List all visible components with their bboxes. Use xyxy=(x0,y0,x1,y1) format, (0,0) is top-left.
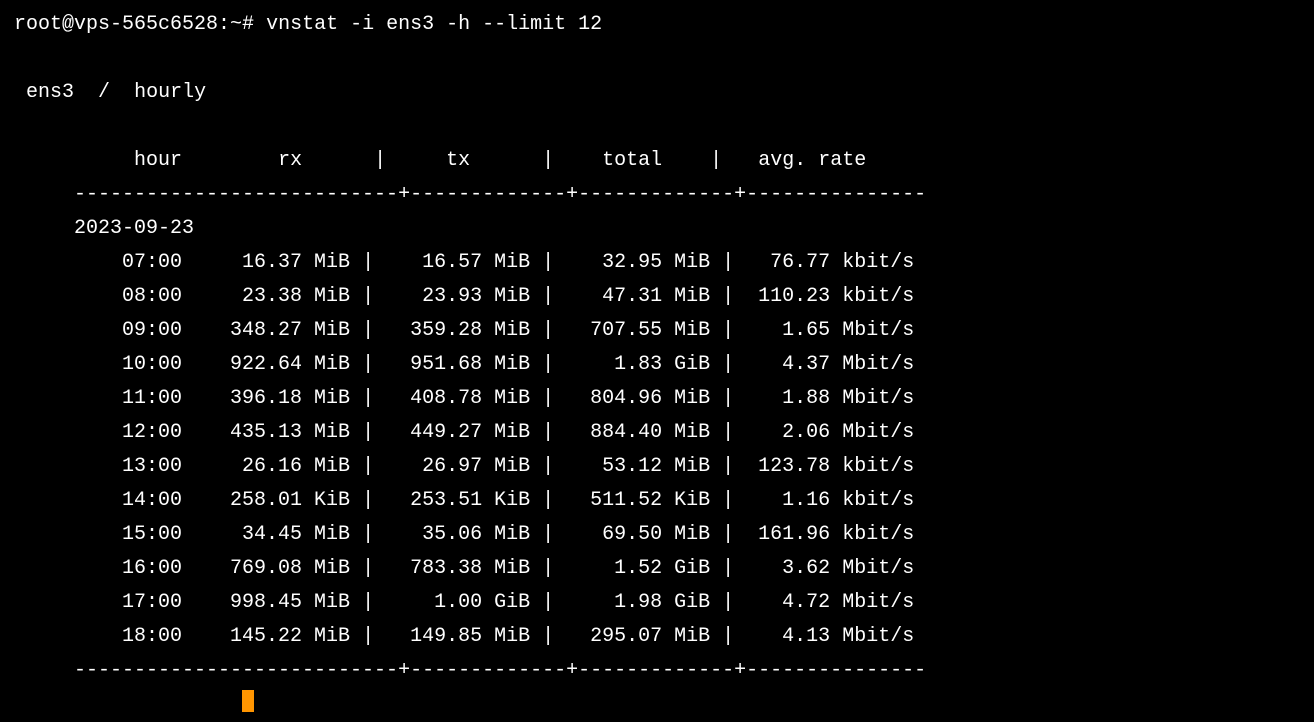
col-tx: tx xyxy=(446,149,470,172)
header-sep: / xyxy=(98,81,110,104)
cell-rate: 1.65 Mbit/s xyxy=(734,319,914,342)
table-row: 11:00 396.18 MiB | 408.78 MiB | 804.96 M… xyxy=(14,387,914,410)
cell-rx: 396.18 MiB xyxy=(182,387,350,410)
cell-hour: 12:00 xyxy=(14,421,182,444)
cell-tx: 149.85 MiB xyxy=(374,625,530,648)
cursor xyxy=(242,690,254,712)
cell-hour: 18:00 xyxy=(14,625,182,648)
cell-rx: 348.27 MiB xyxy=(182,319,350,342)
cell-rx: 922.64 MiB xyxy=(182,353,350,376)
table-row: 07:00 16.37 MiB | 16.57 MiB | 32.95 MiB … xyxy=(14,251,914,274)
cell-rx: 769.08 MiB xyxy=(182,557,350,580)
cell-tx: 449.27 MiB xyxy=(374,421,530,444)
cell-hour: 07:00 xyxy=(14,251,182,274)
cell-hour: 14:00 xyxy=(14,489,182,512)
cell-tx: 253.51 KiB xyxy=(374,489,530,512)
cell-rx: 16.37 MiB xyxy=(182,251,350,274)
cell-total: 884.40 MiB xyxy=(554,421,710,444)
cell-total: 47.31 MiB xyxy=(554,285,710,308)
mode-name: hourly xyxy=(134,81,206,104)
cell-rate: 3.62 Mbit/s xyxy=(734,557,914,580)
cell-total: 1.83 GiB xyxy=(554,353,710,376)
cell-hour: 16:00 xyxy=(14,557,182,580)
cell-tx: 23.93 MiB xyxy=(374,285,530,308)
cell-rate: 123.78 kbit/s xyxy=(734,455,914,478)
cell-hour: 13:00 xyxy=(14,455,182,478)
cell-total: 1.98 GiB xyxy=(554,591,710,614)
cell-hour: 10:00 xyxy=(14,353,182,376)
cell-tx: 359.28 MiB xyxy=(374,319,530,342)
table-row: 09:00 348.27 MiB | 359.28 MiB | 707.55 M… xyxy=(14,319,914,342)
cell-total: 1.52 GiB xyxy=(554,557,710,580)
col-total: total xyxy=(602,149,662,172)
cell-rx: 435.13 MiB xyxy=(182,421,350,444)
cell-rate: 1.16 kbit/s xyxy=(734,489,914,512)
cell-total: 53.12 MiB xyxy=(554,455,710,478)
table-row: 16:00 769.08 MiB | 783.38 MiB | 1.52 GiB… xyxy=(14,557,914,580)
cell-rate: 4.13 Mbit/s xyxy=(734,625,914,648)
cell-rate: 2.06 Mbit/s xyxy=(734,421,914,444)
col-rate: avg. rate xyxy=(758,149,866,172)
cell-total: 707.55 MiB xyxy=(554,319,710,342)
shell-prompt: root@vps-565c6528:~# xyxy=(14,13,254,36)
cell-rate: 161.96 kbit/s xyxy=(734,523,914,546)
cell-hour: 09:00 xyxy=(14,319,182,342)
cell-rx: 258.01 KiB xyxy=(182,489,350,512)
table-row: 08:00 23.38 MiB | 23.93 MiB | 47.31 MiB … xyxy=(14,285,914,308)
cell-rx: 145.22 MiB xyxy=(182,625,350,648)
cell-hour: 15:00 xyxy=(14,523,182,546)
cell-total: 32.95 MiB xyxy=(554,251,710,274)
terminal[interactable]: root@vps-565c6528:~# vnstat -i ens3 -h -… xyxy=(0,0,1314,722)
cell-hour: 11:00 xyxy=(14,387,182,410)
cell-tx: 783.38 MiB xyxy=(374,557,530,580)
cell-total: 295.07 MiB xyxy=(554,625,710,648)
cell-hour: 08:00 xyxy=(14,285,182,308)
cell-hour: 17:00 xyxy=(14,591,182,614)
table-row: 18:00 145.22 MiB | 149.85 MiB | 295.07 M… xyxy=(14,625,914,648)
cell-tx: 1.00 GiB xyxy=(374,591,530,614)
cell-tx: 408.78 MiB xyxy=(374,387,530,410)
table-rule-bottom: ---------------------------+------------… xyxy=(14,659,926,682)
cell-tx: 35.06 MiB xyxy=(374,523,530,546)
cell-total: 804.96 MiB xyxy=(554,387,710,410)
cell-tx: 951.68 MiB xyxy=(374,353,530,376)
iface-name: ens3 xyxy=(26,81,74,104)
table-row: 15:00 34.45 MiB | 35.06 MiB | 69.50 MiB … xyxy=(14,523,914,546)
table-rule-top: ---------------------------+------------… xyxy=(14,183,926,206)
cell-rx: 23.38 MiB xyxy=(182,285,350,308)
cell-rate: 110.23 kbit/s xyxy=(734,285,914,308)
cell-rx: 34.45 MiB xyxy=(182,523,350,546)
cell-rate: 76.77 kbit/s xyxy=(734,251,914,274)
col-hour: hour xyxy=(134,149,182,172)
cell-rate: 4.37 Mbit/s xyxy=(734,353,914,376)
cell-rx: 998.45 MiB xyxy=(182,591,350,614)
cell-tx: 26.97 MiB xyxy=(374,455,530,478)
cell-total: 511.52 KiB xyxy=(554,489,710,512)
table-row: 12:00 435.13 MiB | 449.27 MiB | 884.40 M… xyxy=(14,421,914,444)
cell-total: 69.50 MiB xyxy=(554,523,710,546)
col-rx: rx xyxy=(278,149,302,172)
table-row: 14:00 258.01 KiB | 253.51 KiB | 511.52 K… xyxy=(14,489,914,512)
cell-tx: 16.57 MiB xyxy=(374,251,530,274)
cell-rate: 4.72 Mbit/s xyxy=(734,591,914,614)
command-input[interactable]: vnstat -i ens3 -h --limit 12 xyxy=(266,13,602,36)
table-row: 13:00 26.16 MiB | 26.97 MiB | 53.12 MiB … xyxy=(14,455,914,478)
cell-rate: 1.88 Mbit/s xyxy=(734,387,914,410)
table-date: 2023-09-23 xyxy=(74,217,194,240)
table-row: 10:00 922.64 MiB | 951.68 MiB | 1.83 GiB… xyxy=(14,353,914,376)
cell-rx: 26.16 MiB xyxy=(182,455,350,478)
table-row: 17:00 998.45 MiB | 1.00 GiB | 1.98 GiB |… xyxy=(14,591,914,614)
